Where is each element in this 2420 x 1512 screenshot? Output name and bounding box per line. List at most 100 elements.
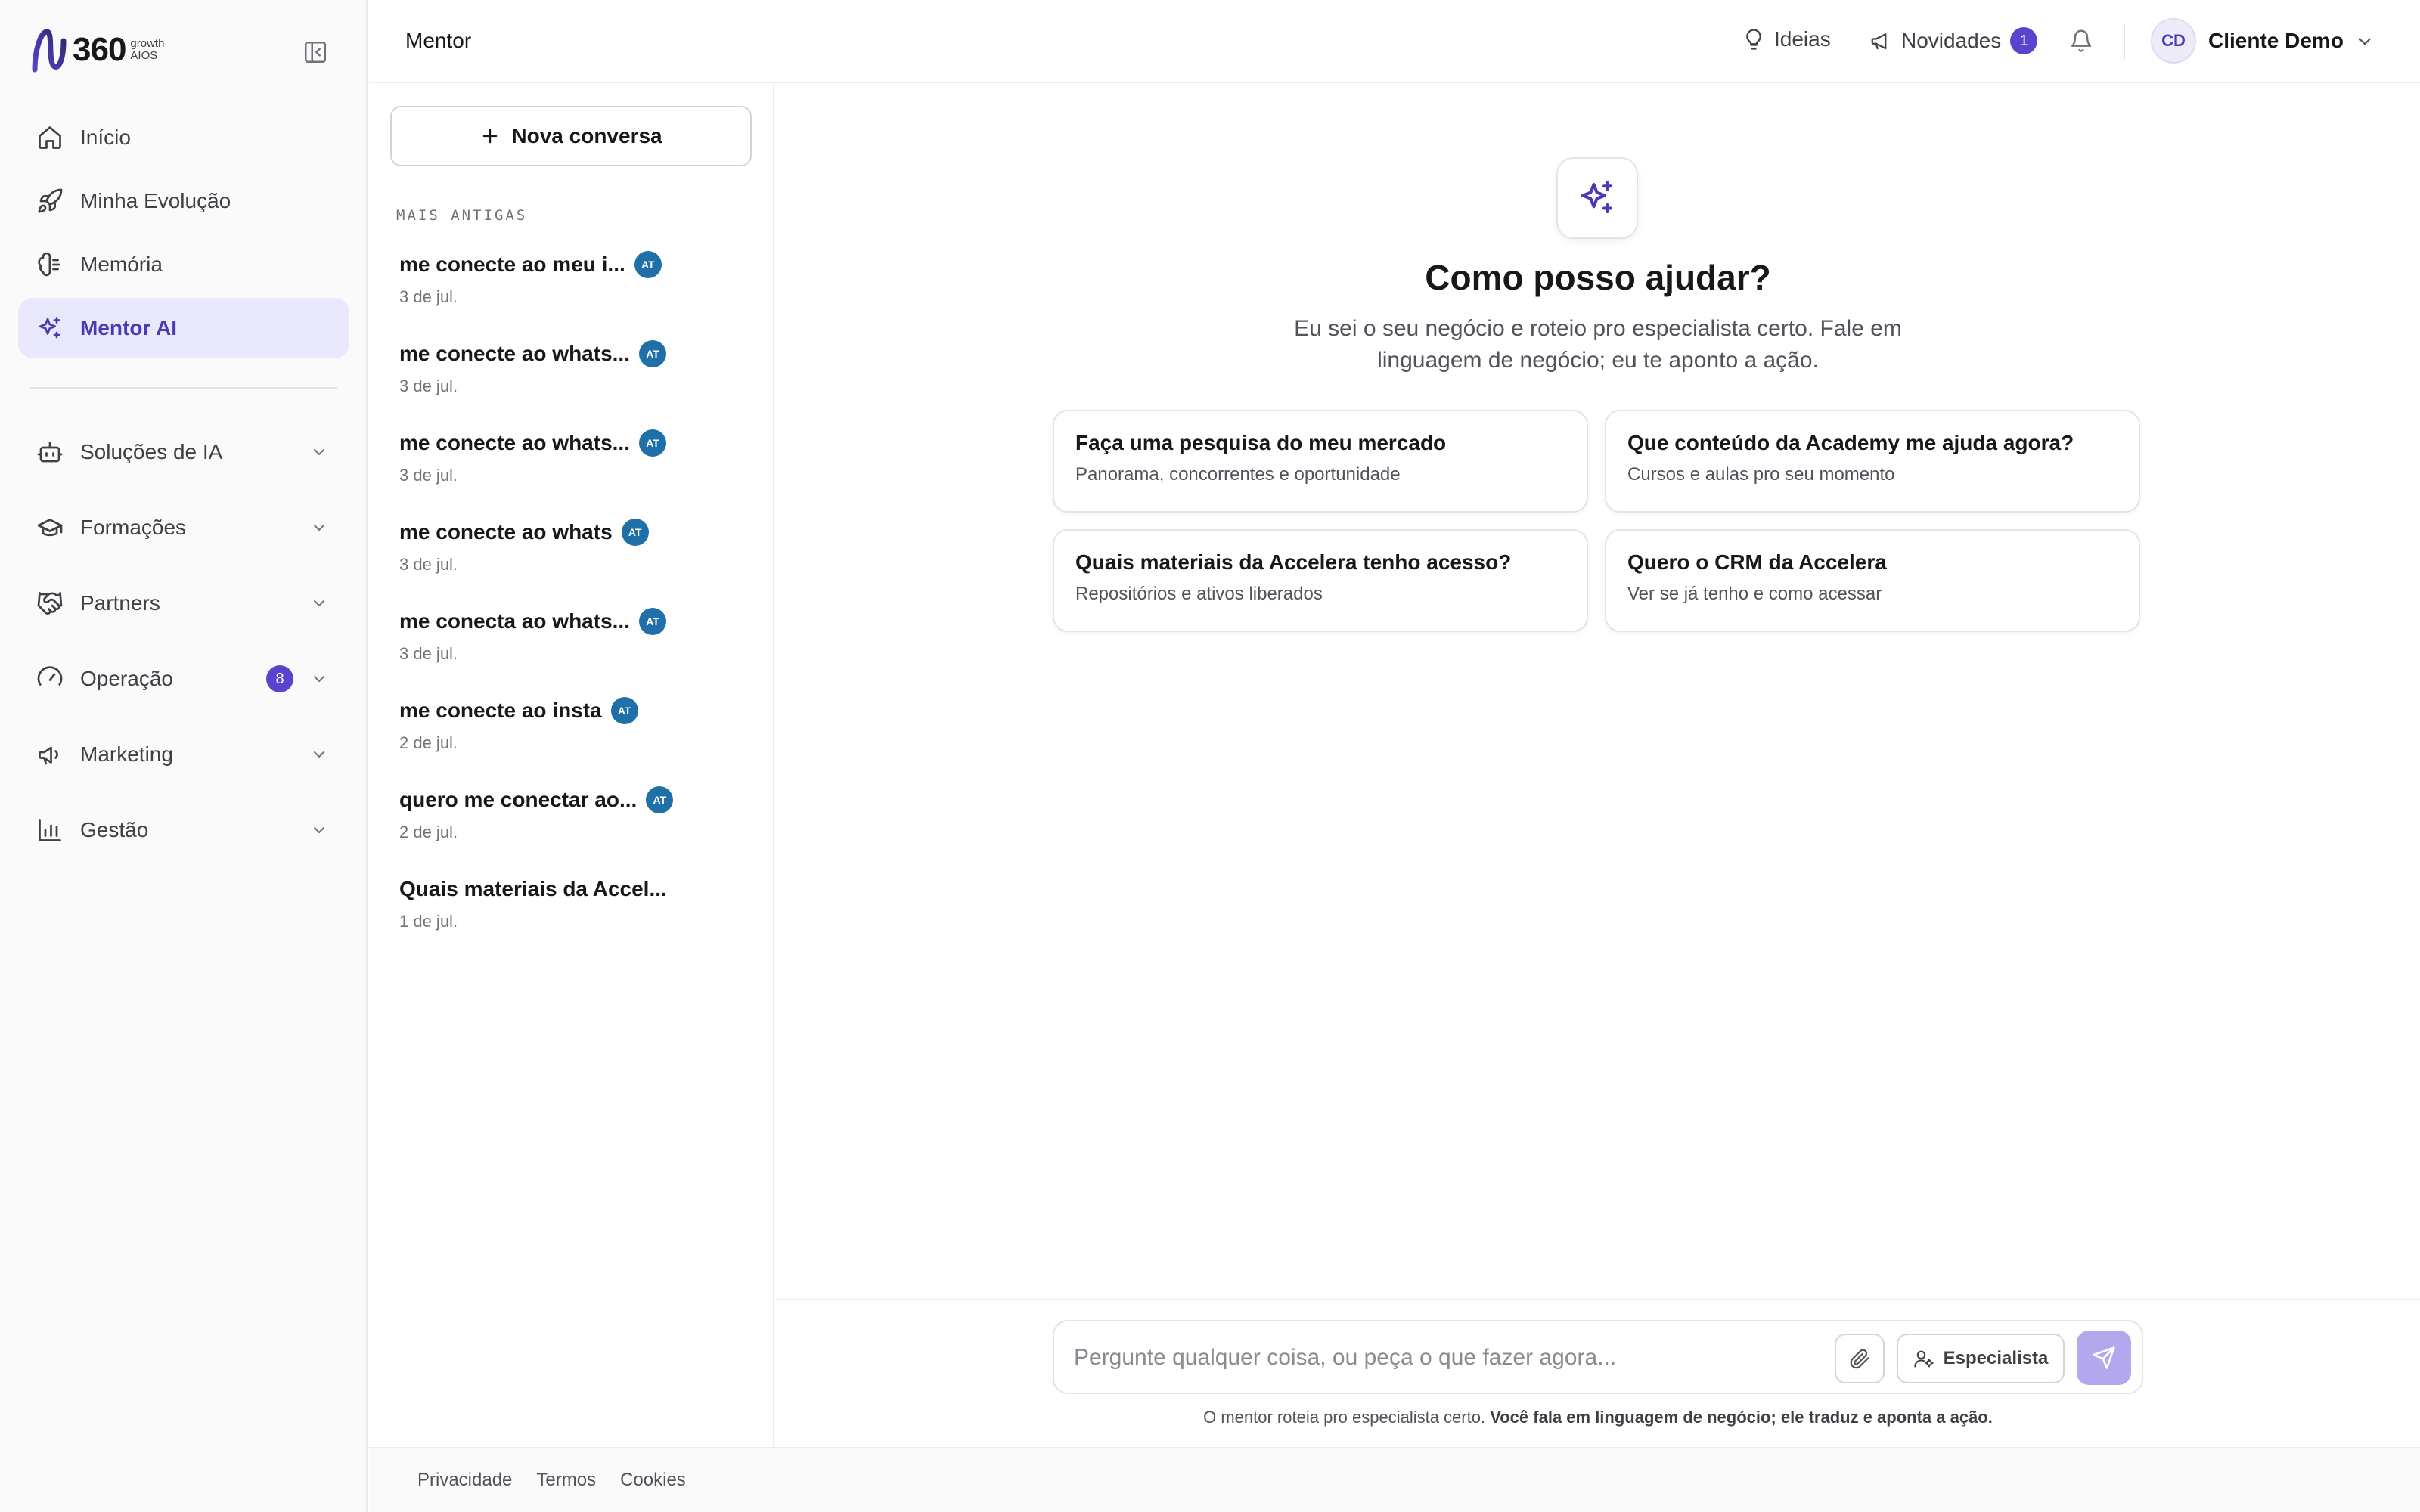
brand-tagline-line2: AIOS [130,49,158,62]
sidebar-group-formacoes[interactable]: Formações [18,491,349,564]
conversation-date: 1 de jul. [399,912,458,931]
chevron-down-icon [314,449,324,455]
suggestion-title: Quais materiais da Accelera tenho acesso… [1075,550,1512,574]
chevron-down-icon [314,676,324,682]
bar-chart-icon [39,819,61,841]
avatar[interactable]: CD [2151,18,2196,64]
mentor-main: Como posso ajudar? Eu sei o seu negócio … [776,85,2420,1299]
sidebar-group-partners[interactable]: Partners [18,567,349,640]
conversation-title: me conecte ao whats... [399,342,630,365]
attach-button[interactable] [1835,1334,1885,1383]
operacao-count-badge: 8 [266,665,293,692]
lightbulb-icon [1746,29,1761,50]
agent-badge: AT [639,608,666,635]
logo-mark-icon [32,29,67,73]
news-label: Novidades [1901,29,2002,52]
conversation-item[interactable]: Quais materiais da Accel... 1 de jul. [399,874,747,963]
prompt-input[interactable] [1074,1341,1792,1374]
sidebar-item-label: Memória [80,253,163,276]
conversation-item[interactable]: me conecte ao whats... AT 3 de jul. [399,339,747,428]
new-conversation-label: Nova conversa [511,124,662,147]
conversation-list-panel: Nova conversa MAIS ANTIGAS me conecte ao… [369,85,774,1447]
sidebar-divider [30,387,337,389]
conversation-title: me conecte ao meu i... [399,253,625,276]
suggestion-card[interactable]: Que conteúdo da Academy me ajuda agora? … [1605,410,2140,513]
new-conversation-button[interactable]: Nova conversa [390,106,752,166]
sidebar-item-label: Mentor AI [80,316,178,339]
conversation-title: me conecta ao whats... [399,609,630,633]
agent-badge: AT [621,519,649,546]
sidebar-group-label: Formações [80,516,187,539]
user-name[interactable]: Cliente Demo [2208,29,2344,53]
conversation-title: quero me conectar ao... [399,788,638,811]
conversation-item[interactable]: me conecte ao whats... AT 3 de jul. [399,428,747,517]
sidebar-item-label: Início [80,125,131,149]
specialist-button[interactable]: Especialista [1897,1334,2065,1383]
main-heading: Como posso ajudar? [1425,258,1771,297]
conversation-item[interactable]: me conecte ao meu i... AT 3 de jul. [399,249,747,339]
conversation-title: me conecte ao insta [399,699,602,722]
chevron-down-icon [314,827,324,833]
sidebar-group-solucoes-ia[interactable]: Soluções de IA [18,416,349,488]
megaphone-icon [39,746,58,765]
brand-logo[interactable]: 360 growth AIOS [30,27,164,73]
conversation-title: Quais materiais da Accel... [399,877,667,900]
disclaimer-bold-text: Você fala em linguagem de negócio; ele t… [1490,1408,1993,1427]
agent-badge: AT [639,429,666,457]
page-title: Mentor [405,29,472,52]
conversation-title: me conecte ao whats [399,520,613,544]
send-button[interactable] [2077,1331,2131,1385]
footer-link-privacy[interactable]: Privacidade [417,1470,512,1491]
sidebar-group-label: Operação [80,667,173,690]
conversation-date: 3 de jul. [399,555,458,574]
sidebar-group-marketing[interactable]: Marketing [18,718,349,791]
rocket-icon [38,188,63,213]
home-icon [39,126,61,149]
news-count-badge: 1 [2010,27,2038,54]
sidebar-item-memoria[interactable]: Memória [18,234,349,295]
specialist-label: Especialista [1943,1348,2049,1368]
sidebar-item-mentor-ai[interactable]: Mentor AI [18,298,349,358]
brain-icon [38,252,60,277]
sidebar-item-minha-evolucao[interactable]: Minha Evolução [18,171,349,231]
conversation-item[interactable]: me conecta ao whats... AT 3 de jul. [399,606,747,696]
sidebar-group-label: Soluções de IA [80,440,223,463]
footer: Privacidade Termos Cookies [369,1447,2420,1512]
agent-badge: AT [610,697,638,724]
user-cog-icon [1913,1350,1934,1368]
suggestion-card[interactable]: Faça uma pesquisa do meu mercado Panoram… [1053,410,1588,513]
agent-badge: AT [646,786,674,813]
send-icon [2093,1346,2115,1369]
footer-link-cookies[interactable]: Cookies [620,1470,686,1491]
suggestion-subtitle: Panorama, concorrentes e oportunidade [1075,464,1401,485]
suggestion-title: Faça uma pesquisa do meu mercado [1075,431,1447,454]
brand-tagline: growth AIOS [130,38,164,62]
chevron-down-icon [314,751,324,758]
conversation-item[interactable]: me conecte ao insta AT 2 de jul. [399,696,747,785]
suggestion-title: Que conteúdo da Academy me ajuda agora? [1627,431,2074,454]
footer-link-terms[interactable]: Termos [536,1470,596,1491]
sidebar-group-label: Marketing [80,742,173,766]
conversation-item[interactable]: quero me conectar ao... AT 2 de jul. [399,785,747,874]
composer-area: Especialista O mentor roteia pro especia… [776,1299,2420,1447]
section-label: MAIS ANTIGAS [396,207,528,224]
sidebar-item-inicio[interactable]: Início [18,107,349,168]
conversation-title: me conecte ao whats... [399,431,630,454]
sidebar-group-gestao[interactable]: Gestão [18,794,349,866]
ideas-label: Ideias [1774,27,1831,51]
suggestion-subtitle: Ver se já tenho e como acessar [1627,584,1882,604]
collapse-sidebar-icon[interactable] [302,39,328,65]
bell-icon[interactable] [2069,29,2093,53]
gauge-icon [37,666,63,686]
chevron-down-icon [314,600,324,606]
ideas-button[interactable]: Ideias [1742,27,1831,51]
conversation-date: 2 de jul. [399,823,458,841]
conversation-item[interactable]: me conecte ao whats AT 3 de jul. [399,517,747,606]
suggestion-card[interactable]: Quero o CRM da Accelera Ver se já tenho … [1605,529,2140,632]
header-divider [2124,24,2125,60]
sidebar: 360 growth AIOS Início Minha Evolução Me… [0,0,368,1512]
suggestion-card[interactable]: Quais materiais da Accelera tenho acesso… [1053,529,1588,632]
news-button[interactable]: Novidades 1 [1869,27,2038,54]
sidebar-group-operacao[interactable]: Operação 8 [18,643,349,715]
chevron-down-icon[interactable] [2355,32,2375,51]
